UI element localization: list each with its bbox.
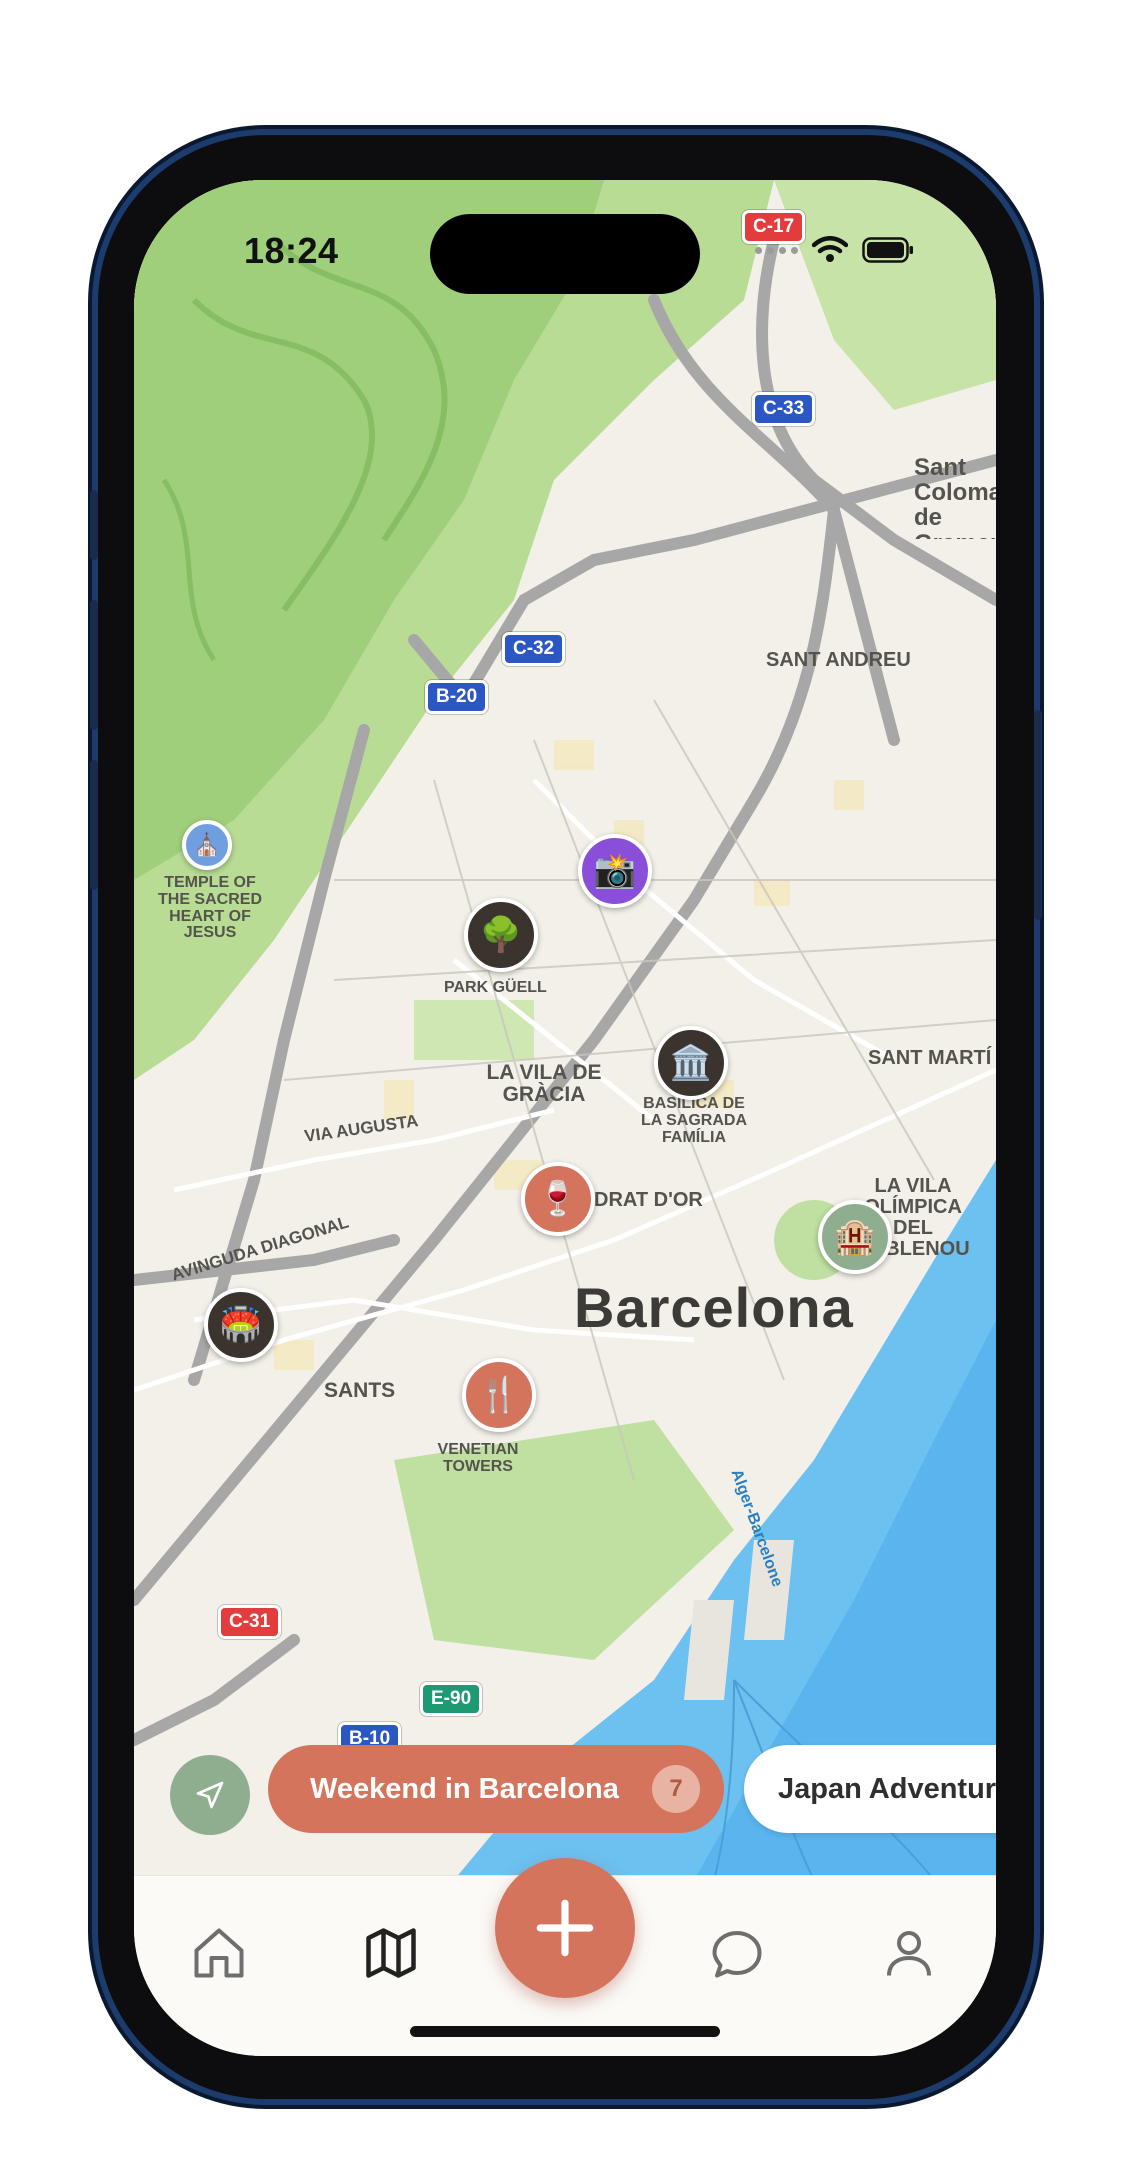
trip-chip-label: Weekend in Barcelona [310, 1772, 619, 1805]
locate-me-button[interactable] [170, 1755, 250, 1835]
mute-switch [90, 490, 98, 560]
pin-camera[interactable]: 📸 [578, 834, 652, 908]
person-icon [887, 1931, 931, 1976]
poi-label-park-guell: PARK GÜELL [444, 979, 547, 996]
pin-museum[interactable]: 🏛️ [654, 1026, 728, 1100]
area-label-drat-dor: DRAT D'OR [594, 1189, 703, 1211]
tab-profile[interactable] [874, 1918, 944, 1988]
museum-icon: 🏛️ [669, 1044, 713, 1082]
tab-home[interactable] [184, 1918, 254, 1988]
road-shield-b20: B-20 [425, 680, 489, 714]
restaurant-icon: 🍴 [477, 1376, 521, 1414]
volume-down-button [90, 760, 98, 890]
map-icon [366, 1928, 416, 1978]
poi-label-temple: TEMPLE OF THE SACRED HEART OF JESUS [157, 874, 262, 942]
trip-chip-japan-adventure[interactable]: Japan Adventure [744, 1745, 996, 1833]
pin-park[interactable]: 🌳 [464, 898, 538, 972]
map-view[interactable]: C-17 C-33 C-32 B-20 C-31 E-90 B-10 SANT … [134, 180, 996, 1880]
home-icon [194, 1928, 244, 1978]
volume-up-button [90, 600, 98, 730]
status-time: 18:24 [244, 230, 339, 271]
trip-chip-weekend-barcelona[interactable]: Weekend in Barcelona 7 [268, 1745, 724, 1833]
trip-chip-label: Japan Adventure [778, 1772, 996, 1805]
tab-chat[interactable] [702, 1918, 772, 1988]
poi-label-venetian-towers: VENETIAN TOWERS [437, 1441, 519, 1475]
road-shield-c33: C-33 [752, 392, 816, 426]
signal-dots-icon [755, 246, 798, 254]
location-arrow-icon [196, 1781, 224, 1809]
road-shield-c32: C-32 [502, 632, 566, 666]
area-label-gracia: LA VILA DE GRÀCIA [486, 1061, 602, 1107]
battery-icon [862, 237, 913, 263]
tab-map[interactable] [356, 1918, 426, 1988]
chat-bubble-icon [712, 1931, 762, 1978]
stadium-icon: 🏟️ [219, 1306, 263, 1344]
hotel-icon: 🏨 [833, 1218, 877, 1256]
pin-hotel[interactable]: 🏨 [818, 1200, 892, 1274]
trip-chip-count-badge: 7 [652, 1765, 700, 1813]
power-button [1034, 710, 1042, 920]
status-icons [755, 236, 914, 264]
add-button[interactable] [495, 1858, 635, 1998]
pin-restaurant[interactable]: 🍴 [462, 1358, 536, 1432]
plus-icon [536, 1899, 594, 1957]
pin-wine-bar[interactable]: 🍷 [521, 1162, 595, 1236]
poi-label-sagrada-familia: BASÍLICA DE LA SAGRADA FAMÍLIA [640, 1095, 748, 1146]
camera-icon: 📸 [593, 852, 637, 890]
city-label-barcelona: Barcelona [574, 1276, 854, 1339]
wifi-icon [812, 236, 848, 262]
wine-icon: 🍷 [536, 1180, 580, 1218]
tree-icon: 🌳 [479, 916, 523, 954]
home-indicator [410, 2026, 720, 2037]
area-label-sant-andreu: SANT ANDREU [766, 649, 911, 671]
bottom-tab-bar [134, 1858, 996, 2056]
pin-church[interactable]: ⛪ [182, 820, 232, 870]
road-shield-c31: C-31 [218, 1605, 282, 1639]
trip-chip-bar: Weekend in Barcelona 7 Japan Adventure [134, 1735, 996, 1835]
church-icon: ⛪ [193, 832, 221, 857]
area-label-santa-coloma: Sant Coloma de Gramenet [914, 455, 996, 539]
dynamic-island [430, 214, 700, 294]
road-shield-e90: E-90 [420, 1682, 483, 1716]
area-label-sant-marti: SANT MARTÍ [868, 1047, 992, 1069]
area-label-sants: SANTS [324, 1379, 396, 1402]
pin-stadium[interactable]: 🏟️ [204, 1288, 278, 1362]
app-screen: C-17 C-33 C-32 B-20 C-31 E-90 B-10 SANT … [134, 180, 996, 2056]
